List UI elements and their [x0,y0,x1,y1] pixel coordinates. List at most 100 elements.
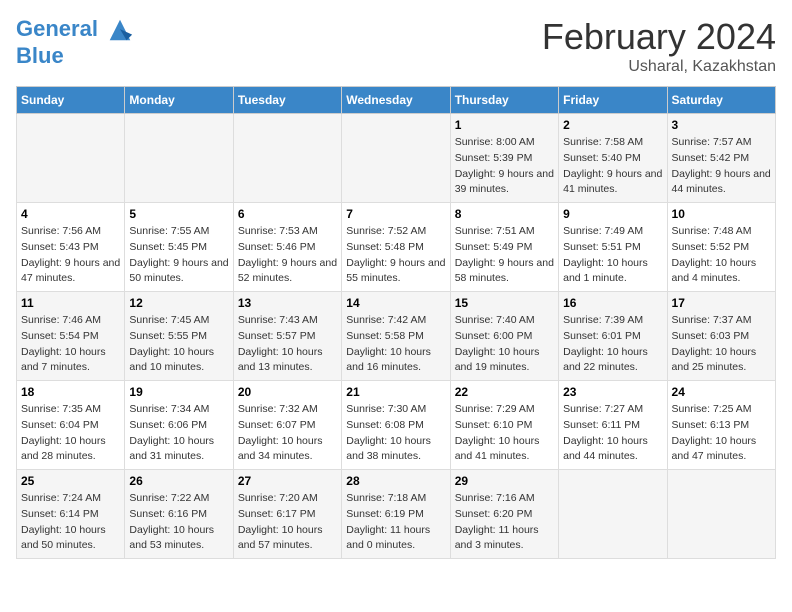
calendar-cell: 28Sunrise: 7:18 AMSunset: 6:19 PMDayligh… [342,470,450,559]
day-detail: Sunrise: 7:16 AMSunset: 6:20 PMDaylight:… [455,491,554,554]
day-number: 15 [455,296,554,310]
calendar-cell: 13 Sunrise: 7:43 AMSunset: 5:57 PMDayligh… [233,292,341,381]
subtitle: Usharal, Kazakhstan [542,58,776,76]
day-number: 24 [672,385,771,399]
page-header: General Blue February 2024 Usharal, Kaza… [16,16,776,76]
day-of-week-header: Friday [559,87,667,114]
day-number: 25 [21,474,120,488]
day-detail: Sunrise: 7:18 AMSunset: 6:19 PMDaylight:… [346,491,445,554]
calendar-week-row: 25 Sunrise: 7:24 AMSunset: 6:14 PMDayligh… [17,470,776,559]
calendar-cell [559,470,667,559]
day-number: 9 [563,207,662,221]
day-detail: Sunrise: 7:49 AMSunset: 5:51 PMDaylight:… [563,224,662,287]
day-detail: Sunrise: 7:35 AMSunset: 6:04 PMDaylight:… [21,402,120,465]
title-block: February 2024 Usharal, Kazakhstan [542,16,776,76]
day-detail: Sunrise: 7:30 AMSunset: 6:08 PMDaylight:… [346,402,445,465]
day-number: 16 [563,296,662,310]
calendar-week-row: 4Sunrise: 7:56 AMSunset: 5:43 PMDaylight… [17,203,776,292]
day-detail: Sunrise: 7:53 AMSunset: 5:46 PMDaylight:… [238,224,337,287]
day-detail: Sunrise: 7:32 AMSunset: 6:07 PMDaylight:… [238,402,337,465]
calendar-cell: 6 Sunrise: 7:53 AMSunset: 5:46 PMDaylight… [233,203,341,292]
day-detail: Sunrise: 7:37 AMSunset: 6:03 PMDaylight:… [672,313,771,376]
day-detail: Sunrise: 7:25 AMSunset: 6:13 PMDaylight:… [672,402,771,465]
calendar-cell [233,114,341,203]
day-number: 7 [346,207,445,221]
day-number: 19 [129,385,228,399]
day-of-week-header: Saturday [667,87,775,114]
day-detail: Sunrise: 7:43 AMSunset: 5:57 PMDaylight:… [238,313,337,376]
day-number: 5 [129,207,228,221]
calendar-cell: 2 Sunrise: 7:58 AMSunset: 5:40 PMDaylight… [559,114,667,203]
calendar-cell: 3Sunrise: 7:57 AMSunset: 5:42 PMDaylight… [667,114,775,203]
calendar-cell: 15Sunrise: 7:40 AMSunset: 6:00 PMDayligh… [450,292,558,381]
day-detail: Sunrise: 7:46 AMSunset: 5:54 PMDaylight:… [21,313,120,376]
main-title: February 2024 [542,16,776,58]
day-detail: Sunrise: 7:34 AMSunset: 6:06 PMDaylight:… [129,402,228,465]
day-number: 27 [238,474,337,488]
calendar-cell: 17 Sunrise: 7:37 AMSunset: 6:03 PMDayligh… [667,292,775,381]
day-number: 8 [455,207,554,221]
calendar-cell: 20 Sunrise: 7:32 AMSunset: 6:07 PMDayligh… [233,381,341,470]
day-of-week-header: Tuesday [233,87,341,114]
day-number: 14 [346,296,445,310]
calendar-cell: 7 Sunrise: 7:52 AMSunset: 5:48 PMDaylight… [342,203,450,292]
day-number: 6 [238,207,337,221]
calendar-cell [342,114,450,203]
day-detail: Sunrise: 8:00 AMSunset: 5:39 PMDaylight:… [455,135,554,198]
day-of-week-header: Monday [125,87,233,114]
day-detail: Sunrise: 7:52 AMSunset: 5:48 PMDaylight:… [346,224,445,287]
day-detail: Sunrise: 7:27 AMSunset: 6:11 PMDaylight:… [563,402,662,465]
calendar-cell: 9 Sunrise: 7:49 AMSunset: 5:51 PMDaylight… [559,203,667,292]
day-detail: Sunrise: 7:24 AMSunset: 6:14 PMDaylight:… [21,491,120,554]
days-of-week-row: SundayMondayTuesdayWednesdayThursdayFrid… [17,87,776,114]
day-detail: Sunrise: 7:58 AMSunset: 5:40 PMDaylight:… [563,135,662,198]
day-of-week-header: Thursday [450,87,558,114]
calendar-cell [667,470,775,559]
day-number: 17 [672,296,771,310]
calendar-cell: 4Sunrise: 7:56 AMSunset: 5:43 PMDaylight… [17,203,125,292]
day-number: 20 [238,385,337,399]
day-number: 10 [672,207,771,221]
calendar-cell: 5 Sunrise: 7:55 AMSunset: 5:45 PMDaylight… [125,203,233,292]
day-number: 13 [238,296,337,310]
day-detail: Sunrise: 7:20 AMSunset: 6:17 PMDaylight:… [238,491,337,554]
day-detail: Sunrise: 7:51 AMSunset: 5:49 PMDaylight:… [455,224,554,287]
day-number: 12 [129,296,228,310]
day-detail: Sunrise: 7:39 AMSunset: 6:01 PMDaylight:… [563,313,662,376]
day-number: 3 [672,118,771,132]
day-detail: Sunrise: 7:42 AMSunset: 5:58 PMDaylight:… [346,313,445,376]
day-detail: Sunrise: 7:29 AMSunset: 6:10 PMDaylight:… [455,402,554,465]
day-number: 22 [455,385,554,399]
calendar-week-row: 11 Sunrise: 7:46 AMSunset: 5:54 PMDayligh… [17,292,776,381]
calendar-cell [125,114,233,203]
day-detail: Sunrise: 7:56 AMSunset: 5:43 PMDaylight:… [21,224,120,287]
calendar-cell: 24 Sunrise: 7:25 AMSunset: 6:13 PMDayligh… [667,381,775,470]
calendar-cell: 23Sunrise: 7:27 AMSunset: 6:11 PMDayligh… [559,381,667,470]
day-number: 1 [455,118,554,132]
calendar-cell: 19 Sunrise: 7:34 AMSunset: 6:06 PMDayligh… [125,381,233,470]
day-number: 2 [563,118,662,132]
calendar-cell: 1 Sunrise: 8:00 AMSunset: 5:39 PMDaylight… [450,114,558,203]
calendar-cell: 29 Sunrise: 7:16 AMSunset: 6:20 PMDayligh… [450,470,558,559]
calendar-cell: 18Sunrise: 7:35 AMSunset: 6:04 PMDayligh… [17,381,125,470]
day-number: 29 [455,474,554,488]
day-detail: Sunrise: 7:55 AMSunset: 5:45 PMDaylight:… [129,224,228,287]
calendar-cell: 26Sunrise: 7:22 AMSunset: 6:16 PMDayligh… [125,470,233,559]
calendar-cell: 12 Sunrise: 7:45 AMSunset: 5:55 PMDayligh… [125,292,233,381]
calendar-table: SundayMondayTuesdayWednesdayThursdayFrid… [16,86,776,559]
day-of-week-header: Wednesday [342,87,450,114]
day-number: 21 [346,385,445,399]
calendar-cell [17,114,125,203]
calendar-cell: 25 Sunrise: 7:24 AMSunset: 6:14 PMDayligh… [17,470,125,559]
calendar-cell: 22 Sunrise: 7:29 AMSunset: 6:10 PMDayligh… [450,381,558,470]
logo: General Blue [16,16,134,68]
logo-icon [106,16,134,44]
calendar-cell: 16 Sunrise: 7:39 AMSunset: 6:01 PMDayligh… [559,292,667,381]
calendar-body: 1 Sunrise: 8:00 AMSunset: 5:39 PMDaylight… [17,114,776,559]
calendar-cell: 8 Sunrise: 7:51 AMSunset: 5:49 PMDaylight… [450,203,558,292]
calendar-cell: 14 Sunrise: 7:42 AMSunset: 5:58 PMDayligh… [342,292,450,381]
day-number: 11 [21,296,120,310]
day-detail: Sunrise: 7:45 AMSunset: 5:55 PMDaylight:… [129,313,228,376]
logo-blue: Blue [16,44,134,68]
calendar-header: SundayMondayTuesdayWednesdayThursdayFrid… [17,87,776,114]
